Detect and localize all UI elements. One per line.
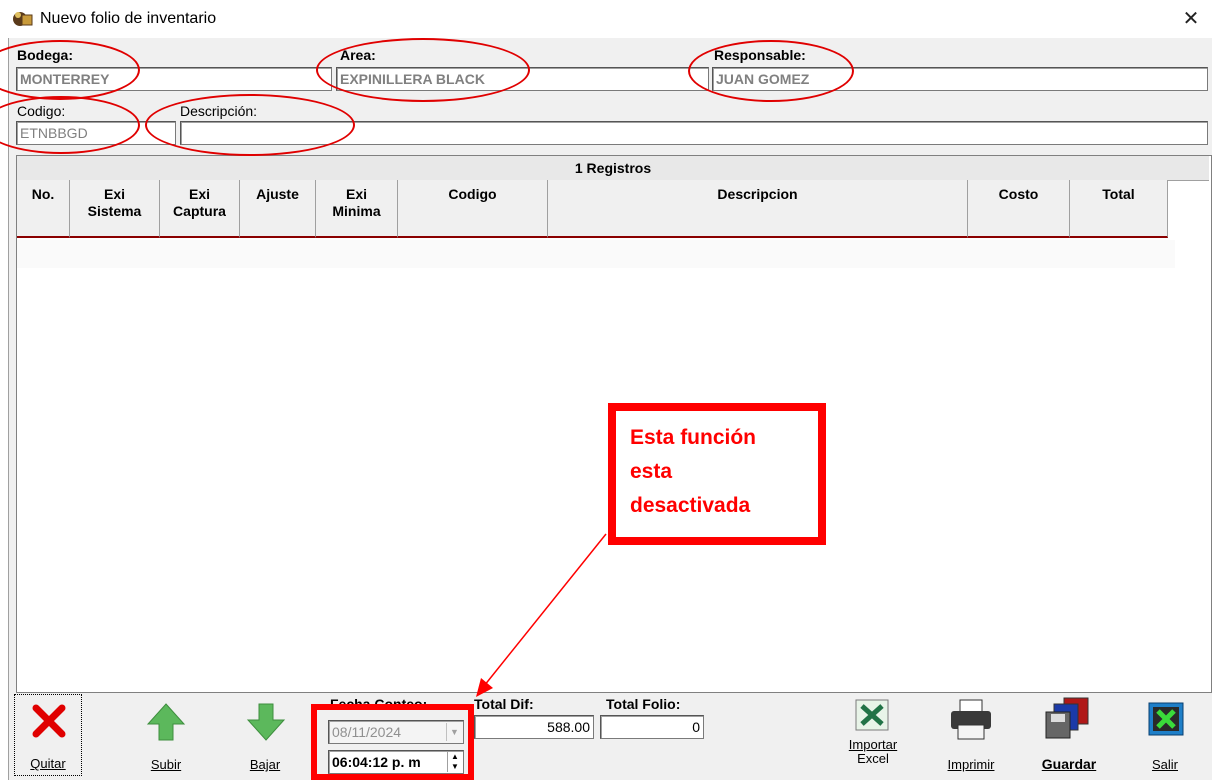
hora-conteo-time[interactable]: 06:04:12 p. m: [328, 750, 464, 774]
bodega-label: Bodega:: [17, 47, 73, 63]
app-icon: [13, 12, 33, 26]
salir-button[interactable]: Salir: [1122, 694, 1208, 776]
salir-label: Salir: [1151, 757, 1178, 772]
floppy-disks-icon: [1045, 697, 1089, 739]
area-label: Area:: [340, 47, 376, 63]
col-no[interactable]: No.: [17, 180, 70, 238]
total-folio-field[interactable]: 0: [600, 715, 704, 739]
col-codigo-label: Codigo: [448, 186, 497, 202]
col-descripcion[interactable]: Descripcion: [548, 180, 968, 238]
arrow-up-icon: [146, 703, 186, 741]
guardar-button[interactable]: Guardar: [1022, 694, 1116, 776]
callout-line-2: esta: [630, 460, 673, 483]
col-exi-captura-label: Exi Captura: [173, 186, 226, 219]
imprimir-label: Imprimir: [947, 757, 995, 772]
col-exi-sistema[interactable]: Exi Sistema: [70, 180, 160, 238]
chevron-down-icon[interactable]: ▼: [446, 723, 462, 741]
time-spinner-icon[interactable]: ▲ ▼: [447, 752, 462, 772]
quitar-button[interactable]: Quitar: [14, 694, 82, 776]
codigo-field[interactable]: ETNBBGD: [16, 121, 176, 145]
fecha-conteo-label: Fecha Conteo:: [330, 696, 428, 712]
col-exi-minima-label: Exi Minima: [332, 186, 381, 219]
total-dif-field[interactable]: 588.00: [474, 715, 594, 739]
disabled-function-callout: Esta función esta desactivada: [608, 403, 826, 545]
exit-icon: [1148, 702, 1184, 736]
importar-label-2: Excel: [857, 751, 889, 766]
fecha-conteo-date[interactable]: 08/11/2024: [328, 720, 464, 744]
col-exi-sistema-label: Exi Sistema: [87, 186, 142, 219]
bajar-button[interactable]: Bajar: [222, 694, 308, 776]
callout-line-3: desactivada: [630, 494, 751, 517]
table-row[interactable]: [17, 240, 1175, 268]
col-exi-captura[interactable]: Exi Captura: [160, 180, 240, 238]
records-count-header: 1 Registros: [17, 156, 1209, 181]
importar-label-1: Importar: [848, 737, 898, 752]
subir-button[interactable]: Subir: [118, 694, 214, 776]
excel-icon: [855, 699, 889, 731]
imprimir-button[interactable]: Imprimir: [924, 694, 1018, 776]
guardar-label: Guardar: [1041, 756, 1097, 772]
col-costo[interactable]: Costo: [968, 180, 1070, 238]
annotation-arrow: [476, 533, 607, 697]
printer-icon: [951, 699, 991, 740]
col-codigo[interactable]: Codigo: [398, 180, 548, 238]
area-field[interactable]: EXPINILLERA BLACK: [336, 67, 709, 91]
col-descripcion-label: Descripcion: [717, 186, 798, 202]
responsable-field[interactable]: JUAN GOMEZ: [712, 67, 1208, 91]
codigo-label: Codigo:: [17, 103, 66, 119]
fecha-value: 08/11/2024: [332, 724, 402, 740]
responsable-label: Responsable:: [714, 47, 806, 63]
arrow-down-icon: [246, 703, 286, 741]
col-total[interactable]: Total: [1070, 180, 1168, 238]
close-icon[interactable]: ✕: [1180, 8, 1202, 30]
col-exi-minima[interactable]: Exi Minima: [316, 180, 398, 238]
x-delete-icon: [32, 704, 66, 738]
callout-line-1: Esta función: [630, 426, 757, 449]
importar-excel-button[interactable]: Importar Excel: [826, 694, 920, 776]
col-ajuste-label: Ajuste: [256, 186, 299, 202]
quitar-label: Quitar: [30, 756, 66, 771]
col-ajuste[interactable]: Ajuste: [240, 180, 316, 238]
descripcion-field[interactable]: [180, 121, 1208, 145]
window-title: Nuevo folio de inventario: [40, 10, 217, 27]
bodega-field[interactable]: MONTERREY: [16, 67, 332, 91]
bajar-label: Bajar: [249, 757, 281, 772]
hora-value: 06:04:12 p. m: [332, 754, 421, 770]
subir-label: Subir: [150, 757, 182, 772]
col-costo-label: Costo: [998, 186, 1039, 202]
col-no-label: No.: [31, 186, 55, 202]
col-total-label: Total: [1102, 186, 1135, 202]
descripcion-label: Descripción:: [180, 103, 258, 119]
